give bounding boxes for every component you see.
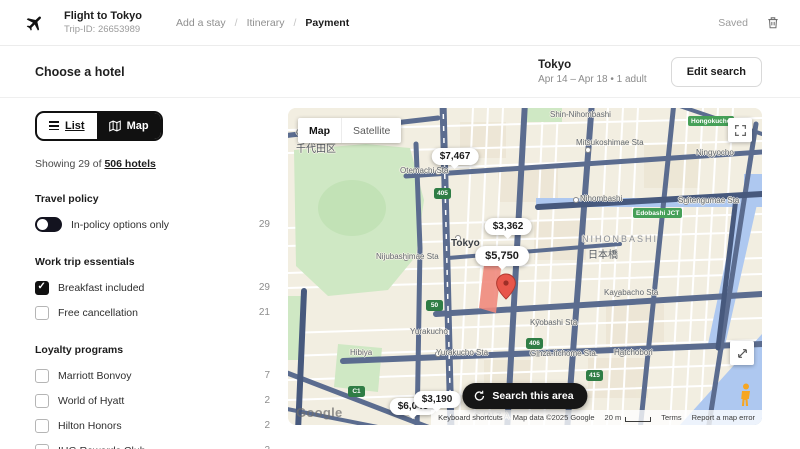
results-total-link[interactable]: 506 hotels xyxy=(104,158,155,170)
page: Flight to Tokyo Trip-ID: 26653989 Add a … xyxy=(0,0,800,449)
filter-sidebar: List Map Showing 29 of 506 hotels Travel… xyxy=(35,110,270,449)
pegman-icon[interactable] xyxy=(739,383,753,412)
filter-row-breakfast: Breakfast included 29 xyxy=(35,280,270,296)
top-header: Flight to Tokyo Trip-ID: 26653989 Add a … xyxy=(0,0,800,46)
expand-view-button[interactable] xyxy=(730,341,754,365)
filter-row-free-cancellation: Free cancellation 21 xyxy=(35,305,270,321)
search-this-area-label: Search this area xyxy=(492,390,573,402)
map-view-label: Map xyxy=(127,120,149,132)
map-type-map-button[interactable]: Map xyxy=(298,118,341,143)
breadcrumb-payment[interactable]: Payment xyxy=(305,17,349,29)
list-icon xyxy=(49,121,59,130)
route-shield-406: 406 xyxy=(526,338,543,349)
free-cancellation-checkbox[interactable] xyxy=(35,306,49,320)
google-logo: Google xyxy=(296,405,343,420)
map-scale-label: 20 m xyxy=(605,413,622,422)
page-title: Choose a hotel xyxy=(35,65,125,79)
route-shield-c1: C1 xyxy=(348,386,365,397)
hyatt-checkbox[interactable] xyxy=(35,394,49,408)
breakfast-label: Breakfast included xyxy=(58,282,144,294)
marriott-label: Marriott Bonvoy xyxy=(58,370,132,382)
map-type-satellite-button[interactable]: Satellite xyxy=(341,118,401,143)
price-pin[interactable]: $7,467 xyxy=(432,148,479,165)
breadcrumb-itinerary[interactable]: Itinerary xyxy=(247,17,285,29)
hyatt-label: World of Hyatt xyxy=(58,395,124,407)
fullscreen-button[interactable] xyxy=(728,118,752,142)
in-policy-count: 29 xyxy=(259,219,270,230)
date-guest-summary: Apr 14 – Apr 18 • 1 adult xyxy=(538,74,647,85)
route-shield-405: 405 xyxy=(434,188,451,199)
terms-link[interactable]: Terms xyxy=(661,413,681,422)
view-toggle: List Map xyxy=(35,111,163,141)
destination: Tokyo xyxy=(538,59,647,71)
trip-info: Flight to Tokyo Trip-ID: 26653989 xyxy=(64,10,142,35)
hilton-count: 2 xyxy=(264,420,270,431)
travel-policy-title: Travel policy xyxy=(35,193,270,205)
list-view-label: List xyxy=(65,120,85,132)
route-shield-50: 50 xyxy=(426,300,443,311)
map-scale-bar xyxy=(625,417,651,422)
results-summary: Showing 29 of 506 hotels xyxy=(35,158,270,170)
map-tiles xyxy=(288,108,762,425)
map-view-button[interactable]: Map xyxy=(97,113,161,139)
marriott-count: 7 xyxy=(264,370,270,381)
route-shield-415: 415 xyxy=(586,370,603,381)
breakfast-count: 29 xyxy=(259,282,270,293)
loyalty-title: Loyalty programs xyxy=(35,344,270,356)
hilton-checkbox[interactable] xyxy=(35,419,49,433)
map-scale: 20 m xyxy=(605,413,652,422)
in-policy-toggle-row: In-policy options only 29 xyxy=(35,217,270,233)
search-this-area-button[interactable]: Search this area xyxy=(462,383,587,409)
price-pin[interactable]: $3,190 xyxy=(414,391,461,408)
toggle-knob xyxy=(37,219,48,230)
breadcrumb-separator: / xyxy=(235,17,238,29)
in-policy-label: In-policy options only xyxy=(71,219,169,231)
trip-id: Trip-ID: 26653989 xyxy=(64,24,142,35)
edit-search-button[interactable]: Edit search xyxy=(671,57,762,87)
list-view-button[interactable]: List xyxy=(37,113,97,139)
filter-row-hyatt: World of Hyatt 2 xyxy=(35,393,270,409)
filter-row-marriott: Marriott Bonvoy 7 xyxy=(35,368,270,384)
report-map-error-link[interactable]: Report a map error xyxy=(692,413,755,422)
saved-status: Saved xyxy=(718,17,748,29)
search-summary: Tokyo Apr 14 – Apr 18 • 1 adult Edit sea… xyxy=(538,57,762,87)
free-cancellation-count: 21 xyxy=(259,307,270,318)
badge-hongokucho: Hongokucho xyxy=(688,116,734,126)
hilton-label: Hilton Honors xyxy=(58,420,122,432)
hyatt-count: 2 xyxy=(264,395,270,406)
map-attribution: Keyboard shortcuts Map data ©2025 Google… xyxy=(431,410,762,425)
work-trip-title: Work trip essentials xyxy=(35,256,270,268)
destination-summary: Tokyo Apr 14 – Apr 18 • 1 adult xyxy=(538,59,647,85)
map-data-credit: Map data ©2025 Google xyxy=(513,413,595,422)
keyboard-shortcuts-link[interactable]: Keyboard shortcuts xyxy=(438,413,503,422)
subheader: Choose a hotel Tokyo Apr 14 – Apr 18 • 1… xyxy=(0,46,800,98)
ihg-checkbox[interactable] xyxy=(35,444,49,449)
free-cancellation-label: Free cancellation xyxy=(58,307,138,319)
header-right: Saved xyxy=(718,15,780,30)
filter-row-hilton: Hilton Honors 2 xyxy=(35,418,270,434)
trash-icon[interactable] xyxy=(766,15,780,30)
marriott-checkbox[interactable] xyxy=(35,369,49,383)
filter-row-ihg: IHG Rewards Club 2 xyxy=(35,443,270,449)
hotel-map[interactable]: Chiyoda City 千代田区 Shin-Nihombashi Mitsuk… xyxy=(288,108,762,425)
map-type-control: Map Satellite xyxy=(298,118,401,143)
breadcrumb-separator: / xyxy=(294,17,297,29)
badge-edobashi-jct: Edobashi JCT xyxy=(633,208,682,218)
refresh-icon xyxy=(473,390,485,402)
map-icon xyxy=(109,120,121,132)
results-prefix: Showing 29 of xyxy=(35,158,104,170)
airplane-logo-icon[interactable] xyxy=(20,8,50,38)
ihg-label: IHG Rewards Club xyxy=(58,445,146,449)
in-policy-toggle[interactable] xyxy=(35,217,62,232)
ihg-count: 2 xyxy=(264,445,270,449)
breadcrumb-add-a-stay[interactable]: Add a stay xyxy=(176,17,226,29)
trip-title: Flight to Tokyo xyxy=(64,10,142,22)
price-pin[interactable]: $3,362 xyxy=(485,218,532,235)
price-pin-selected[interactable]: $5,750 xyxy=(475,246,529,266)
breakfast-checkbox[interactable] xyxy=(35,281,49,295)
breadcrumb: Add a stay / Itinerary / Payment xyxy=(176,17,349,29)
